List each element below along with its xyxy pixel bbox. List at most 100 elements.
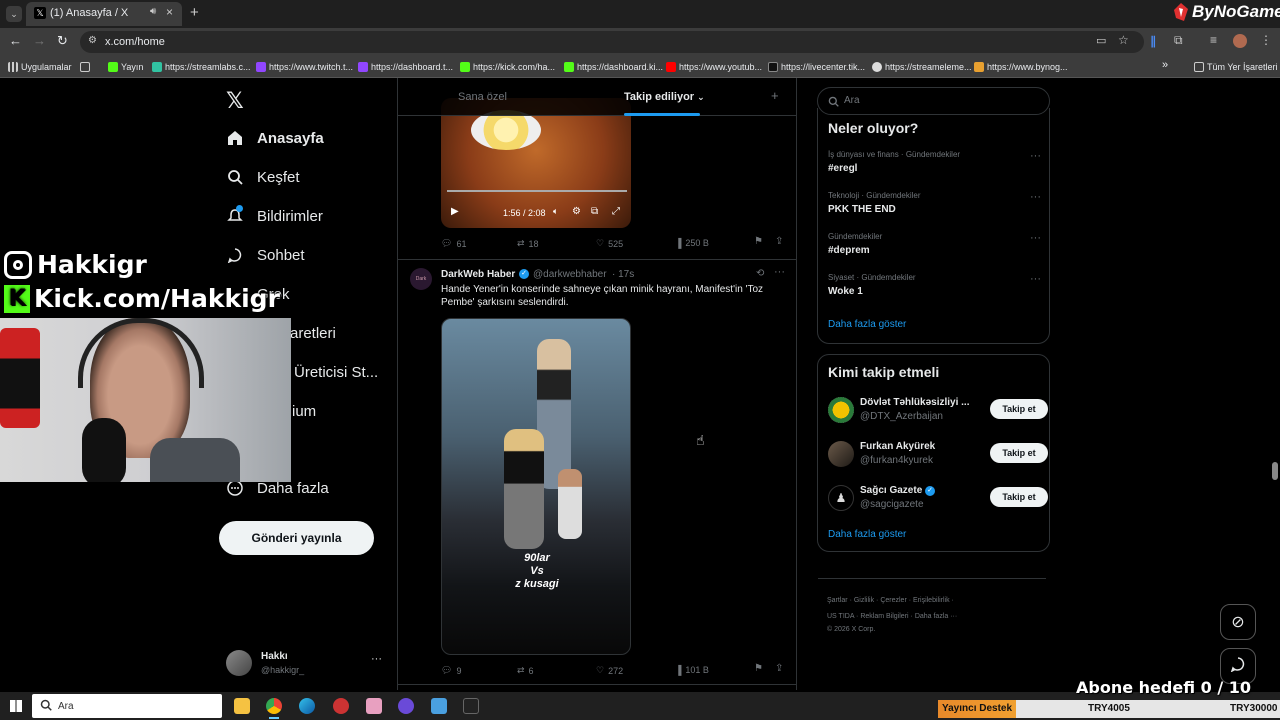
pip-icon[interactable]: ⧉ xyxy=(591,206,598,217)
browser-tab[interactable]: 𝕏 (1) Anasayfa / X 🔊︎ × xyxy=(26,2,182,26)
footer-link[interactable]: Çerezler xyxy=(880,597,906,604)
video-progress[interactable] xyxy=(447,190,627,192)
menu-icon[interactable]: ⋮ xyxy=(1260,33,1272,47)
views-action[interactable]: ▐ 101 B xyxy=(675,665,709,675)
taskbar-search[interactable]: Ara xyxy=(32,694,222,718)
footer-link[interactable]: Erişilebilirlik xyxy=(913,597,950,604)
share-icon[interactable]: ⇪ xyxy=(775,663,783,674)
reply-action[interactable]: 💬︎ 9 xyxy=(441,665,461,676)
nav-home[interactable]: Anasayfa xyxy=(226,123,324,153)
bookmark-streameleme[interactable]: https://streameleme... xyxy=(872,60,972,74)
tab-for-you[interactable]: Sana özel xyxy=(458,78,507,116)
forward-icon[interactable]: → xyxy=(33,33,46,48)
account-switcher[interactable]: Hakkı @hakkigr_ ··· xyxy=(226,648,386,678)
bookmark-grid[interactable] xyxy=(80,60,90,74)
bookmark-apps[interactable]: Uygulamalar xyxy=(8,60,72,74)
bookmark-yayin[interactable]: Yayın xyxy=(108,60,143,74)
epic-games-icon[interactable] xyxy=(463,698,479,714)
tweet-video[interactable]: 90lar Vs z kusagi xyxy=(441,318,631,655)
bookmark-bynogame[interactable]: https://www.bynog... xyxy=(974,60,1068,74)
tab-following[interactable]: Takip ediliyor ⌄ xyxy=(624,78,705,116)
bookmark-dashboard-kick[interactable]: https://dashboard.ki... xyxy=(564,60,663,74)
tweet-avatar[interactable]: Dark xyxy=(410,268,432,290)
obs-icon[interactable] xyxy=(398,698,414,714)
tweet-handle[interactable]: @darkwebhaber xyxy=(533,269,607,280)
settings-icon[interactable]: ⚙ xyxy=(572,206,581,217)
url-field[interactable]: ⚙ x.com/home ▭ ☆ xyxy=(80,31,1144,53)
tweet-author[interactable]: DarkWeb Haber xyxy=(441,269,515,280)
add-tab-icon[interactable]: + xyxy=(771,88,779,103)
repost-action[interactable]: ⇄ 6 xyxy=(517,665,534,676)
bookmark-kick[interactable]: https://kick.com/ha... xyxy=(460,60,555,74)
nav-chat[interactable]: Sohbet xyxy=(226,240,305,270)
video-player[interactable]: ▶ 1:56 / 2:08 🔈︎ ⚙ ⧉ ⤢ xyxy=(441,98,631,228)
like-action[interactable]: ♡ 272 xyxy=(596,665,623,676)
nav-bookmarks[interactable]: aretleri xyxy=(290,318,336,348)
reload-icon[interactable]: ↻ xyxy=(57,33,68,49)
views-action[interactable]: ▐ 250 B xyxy=(675,238,709,248)
bookmark-tiktok[interactable]: https://livecenter.tik... xyxy=(768,60,865,74)
all-bookmarks[interactable]: Tüm Yer İşaretleri xyxy=(1194,60,1278,74)
speaker-icon[interactable]: 🔊︎ xyxy=(150,6,156,17)
extension-icon[interactable]: ∥ xyxy=(1150,34,1162,48)
account-more-icon[interactable]: ··· xyxy=(371,653,382,665)
follow-button[interactable]: Takip et xyxy=(990,443,1048,463)
nav-notifications[interactable]: Bildirimler xyxy=(226,201,323,231)
tab-list-button[interactable]: ⌄ xyxy=(6,6,22,22)
chrome-icon[interactable] xyxy=(266,698,282,714)
cast-icon[interactable]: ▭ xyxy=(1096,34,1106,47)
scrollbar-thumb[interactable] xyxy=(1272,462,1278,480)
x-logo[interactable]: 𝕏 xyxy=(226,88,244,114)
footer-link[interactable]: Gizlilik xyxy=(854,597,874,604)
file-explorer-icon[interactable] xyxy=(234,698,250,714)
trend-item[interactable]: Teknoloji · Gündemdekiler PKK THE END ··… xyxy=(828,191,1041,215)
edge-icon[interactable] xyxy=(299,698,315,714)
tweet-more-icon[interactable]: ··· xyxy=(774,266,785,278)
post-button[interactable]: Gönderi yayınla xyxy=(219,521,374,555)
trend-more-icon[interactable]: ··· xyxy=(1030,150,1041,162)
bookmark-twitch[interactable]: https://www.twitch.t... xyxy=(256,60,353,74)
nav-premium[interactable]: ium xyxy=(292,396,316,426)
puzzle-icon[interactable]: ⧉ xyxy=(1174,33,1183,48)
bookmark-icon[interactable]: ⚑ xyxy=(754,663,763,674)
suggestion-row[interactable]: Furkan Akyürek @furkan4kyurek Takip et xyxy=(828,439,1049,471)
follow-button[interactable]: Takip et xyxy=(990,487,1048,507)
follow-button[interactable]: Takip et xyxy=(990,399,1048,419)
footer-link[interactable]: Daha fazla ··· xyxy=(915,613,957,620)
play-icon[interactable]: ▶ xyxy=(451,206,459,217)
trend-more-icon[interactable]: ··· xyxy=(1030,273,1041,285)
share-icon[interactable]: ⇪ xyxy=(775,236,783,247)
reading-list-icon[interactable]: ≡ xyxy=(1210,33,1217,47)
app-icon[interactable] xyxy=(431,698,447,714)
more-bookmarks-icon[interactable]: » xyxy=(1162,59,1168,71)
fullscreen-icon[interactable]: ⤢ xyxy=(612,206,620,217)
suggestion-row[interactable]: Dövlət Təhlükəsizliyi ... @DTX_Azerbaija… xyxy=(828,395,1049,427)
trend-more-icon[interactable]: ··· xyxy=(1030,191,1041,203)
nav-explore[interactable]: Keşfet xyxy=(226,162,300,192)
repost-action[interactable]: ⇄ 18 xyxy=(517,238,539,249)
bookmark-dashboard-twitch[interactable]: https://dashboard.t... xyxy=(358,60,453,74)
like-action[interactable]: ♡ 525 xyxy=(596,238,623,249)
site-info-icon[interactable]: ⚙ xyxy=(88,35,97,46)
footer-link[interactable]: Şartlar xyxy=(827,597,848,604)
profile-icon[interactable] xyxy=(1233,34,1247,48)
star-icon[interactable]: ☆ xyxy=(1118,33,1129,47)
footer-link[interactable]: Reklam Bilgileri xyxy=(860,613,908,620)
grok-float-button[interactable]: ⊘ xyxy=(1220,604,1256,640)
grok-explain-icon[interactable]: ⟲ xyxy=(756,268,764,279)
bookmark-icon[interactable]: ⚑ xyxy=(754,236,763,247)
nav-creator-studio[interactable]: Üreticisi St... xyxy=(294,357,378,387)
reply-action[interactable]: 💬︎ 61 xyxy=(441,238,466,249)
tab-close-icon[interactable]: × xyxy=(166,5,173,19)
bookmark-streamlabs[interactable]: https://streamlabs.c... xyxy=(152,60,251,74)
volume-icon[interactable]: 🔈︎ xyxy=(553,206,558,217)
trend-item[interactable]: Siyaset · Gündemdekiler Woke 1 ··· xyxy=(828,273,1041,297)
trend-more-icon[interactable]: ··· xyxy=(1030,232,1041,244)
new-tab-icon[interactable]: + xyxy=(190,4,199,21)
trends-show-more[interactable]: Daha fazla göster xyxy=(828,319,906,330)
who-show-more[interactable]: Daha fazla göster xyxy=(828,529,906,540)
suggestion-row[interactable]: ♟ Sağcı Gazete ✓ @sagcigazete Takip et xyxy=(828,483,1049,515)
bookmark-youtube[interactable]: https://www.youtub... xyxy=(666,60,762,74)
trend-item[interactable]: Gündemdekiler #deprem ··· xyxy=(828,232,1041,256)
windows-start-icon[interactable] xyxy=(10,700,22,712)
